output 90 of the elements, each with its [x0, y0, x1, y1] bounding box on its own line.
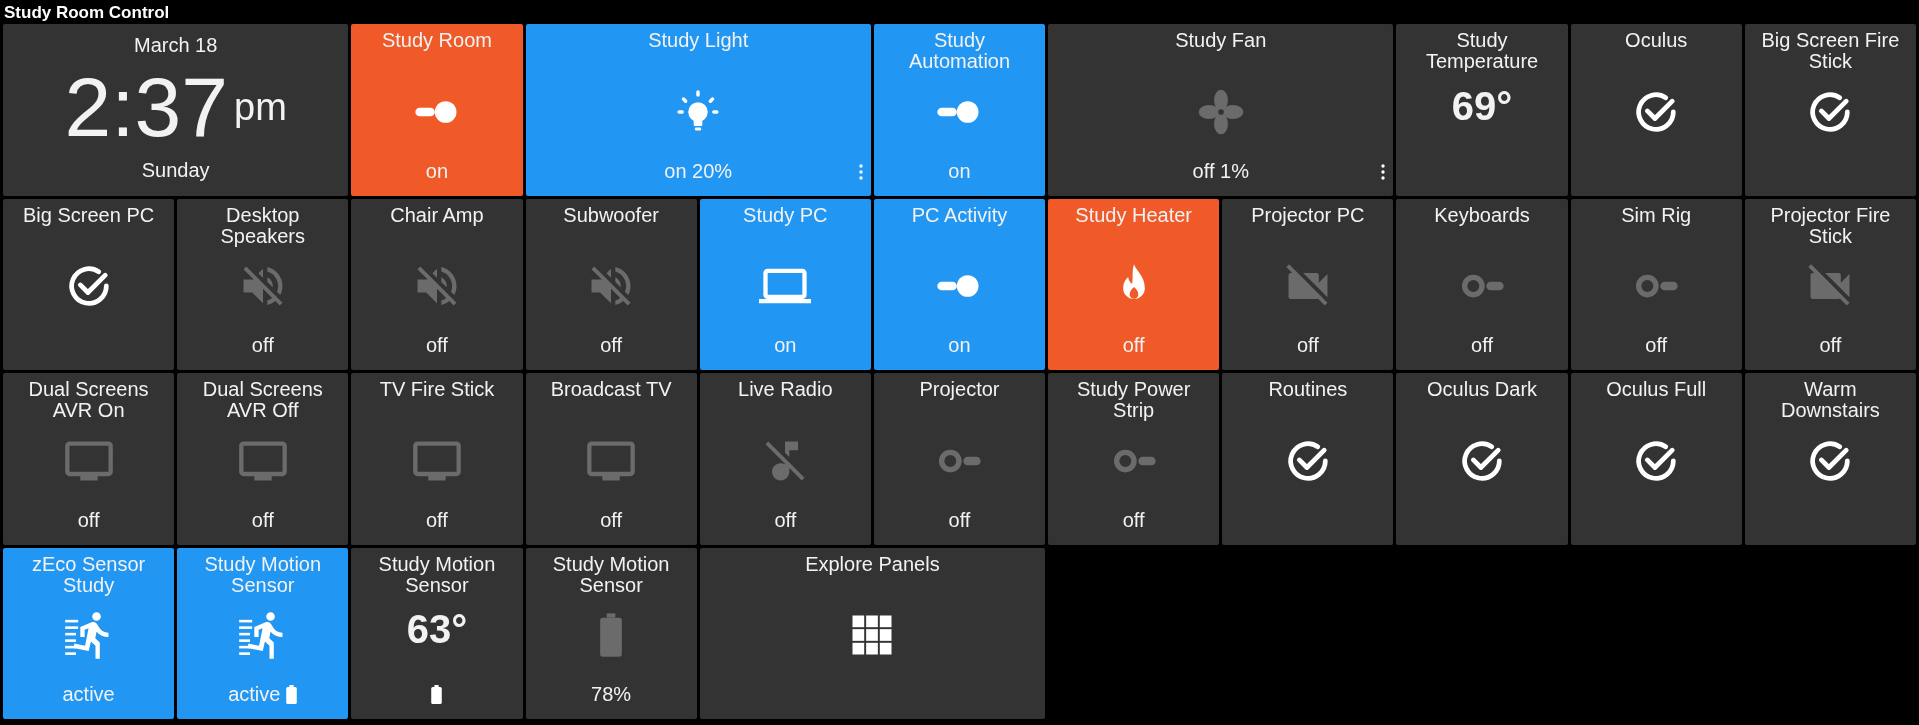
- status-text: off: [1296, 334, 1319, 356]
- device-tile[interactable]: Chair Amp off: [351, 198, 523, 370]
- status-text: on 20%: [664, 159, 733, 182]
- device-tile[interactable]: Subwoofer off: [525, 198, 697, 370]
- device-tile[interactable]: Big Screen Fire Stick: [1744, 24, 1916, 196]
- status-text: off: [1819, 334, 1842, 356]
- device-tile[interactable]: Study Fan off 1%: [1048, 24, 1394, 196]
- status-text: off: [600, 508, 623, 531]
- tile-title: Study Motion Sensor: [203, 553, 323, 596]
- status-text: off 1%: [1192, 159, 1249, 182]
- status-text: off: [1122, 334, 1145, 356]
- status-text: off: [774, 508, 797, 531]
- device-tile[interactable]: Oculus: [1570, 24, 1742, 196]
- day-text: Sunday: [141, 159, 210, 180]
- tile-title: Desktop Speakers: [219, 204, 306, 247]
- status-text: off: [948, 508, 971, 531]
- tile-title: Broadcast TV: [550, 379, 672, 402]
- device-tile[interactable]: Dual Screens AVR On off: [3, 373, 175, 545]
- tile-title: Subwoofer: [563, 204, 659, 228]
- device-tile[interactable]: Keyboards off: [1396, 198, 1568, 370]
- tile-title: Study Fan: [1175, 30, 1267, 53]
- tile-title: Study Power Strip: [1075, 379, 1192, 421]
- status-text: off: [1645, 334, 1668, 356]
- status-text: on: [774, 334, 797, 356]
- device-tile[interactable]: Desktop Speakers off: [177, 198, 349, 370]
- tile-title: Study PC: [743, 204, 828, 228]
- status-text: active: [62, 683, 115, 705]
- device-tile[interactable]: Routines: [1222, 373, 1394, 545]
- status-text: off: [251, 334, 274, 356]
- tile-title: TV Fire Stick: [379, 379, 495, 402]
- reading-value: 69°: [1451, 85, 1513, 126]
- tile-title: Study Light: [648, 30, 749, 53]
- device-tile[interactable]: Broadcast TV off: [525, 373, 697, 545]
- status-text: off: [77, 508, 100, 531]
- tile-title: Big Screen PC: [23, 204, 155, 228]
- tile-title: Study Room: [381, 30, 492, 53]
- device-tile[interactable]: Live Radio off: [699, 373, 871, 545]
- device-tile[interactable]: Sim Rig off: [1570, 198, 1742, 370]
- tile-title: Oculus Full: [1606, 379, 1707, 402]
- date-text: March 18: [134, 35, 218, 55]
- tile-title: Projector Fire Stick: [1769, 204, 1892, 247]
- more-icon[interactable]: [1381, 163, 1386, 180]
- dashboard-title: Study Room Control: [4, 3, 170, 21]
- status-text: active: [228, 683, 281, 705]
- status-text: off: [600, 334, 623, 356]
- device-tile[interactable]: Big Screen PC: [3, 198, 175, 370]
- device-tile[interactable]: Warm Downstairs: [1744, 373, 1916, 545]
- tile-title: Projector: [919, 379, 1000, 402]
- device-tile[interactable]: Study Power Strip off: [1048, 373, 1220, 545]
- tile-title: Chair Amp: [390, 204, 484, 228]
- device-tile[interactable]: Oculus Dark: [1396, 373, 1568, 545]
- reading-value: 63°: [406, 609, 468, 650]
- tile-title: zEco Sensor Study: [30, 553, 147, 596]
- tile-title: Dual Screens AVR On: [27, 379, 150, 421]
- ampm-text: pm: [234, 87, 287, 126]
- status-text: off: [1122, 508, 1145, 531]
- status-text: on: [425, 159, 449, 182]
- device-tile[interactable]: Projector off: [873, 373, 1046, 545]
- tile-title: Warm Downstairs: [1779, 379, 1881, 421]
- tile-title: Live Radio: [738, 379, 833, 402]
- tile-title: Oculus: [1625, 30, 1688, 53]
- status-text: on: [948, 159, 971, 182]
- tile-title: Projector PC: [1251, 204, 1365, 228]
- status-text: 78%: [591, 683, 632, 705]
- device-tile[interactable]: Projector PC off: [1222, 198, 1394, 370]
- device-tile[interactable]: Explore Panels: [699, 547, 1046, 719]
- status-text: off: [251, 508, 274, 531]
- tile-title: PC Activity: [911, 204, 1008, 228]
- status-text: on: [948, 334, 971, 356]
- tile-title: Sim Rig: [1621, 204, 1692, 228]
- tile-title: Study Automation: [907, 30, 1012, 72]
- tile-title: Study Motion Sensor: [377, 553, 497, 596]
- tile-title: Routines: [1268, 379, 1348, 402]
- time-text: 2:37: [64, 64, 229, 149]
- tile-title: Study Temperature: [1424, 30, 1540, 72]
- status-text: off: [1471, 334, 1493, 356]
- tile-title: Study Heater: [1075, 204, 1193, 228]
- device-tile[interactable]: TV Fire Stick off: [351, 373, 523, 545]
- device-tile[interactable]: Dual Screens AVR Off off: [177, 373, 349, 545]
- device-tile[interactable]: Oculus Full: [1570, 373, 1742, 545]
- device-tile[interactable]: Study Motion Sensor 78%: [525, 547, 697, 719]
- status-text: off: [426, 508, 448, 531]
- device-tile[interactable]: Projector Fire Stick off: [1744, 198, 1916, 370]
- status-text: off: [426, 334, 448, 356]
- tile-title: Explore Panels: [805, 553, 940, 577]
- tile-title: Keyboards: [1434, 204, 1530, 228]
- tile-title: Oculus Dark: [1427, 379, 1538, 402]
- tile-title: Study Motion Sensor: [551, 553, 671, 596]
- tile-title: Big Screen Fire Stick: [1760, 30, 1901, 72]
- tile-title: Dual Screens AVR Off: [201, 379, 324, 421]
